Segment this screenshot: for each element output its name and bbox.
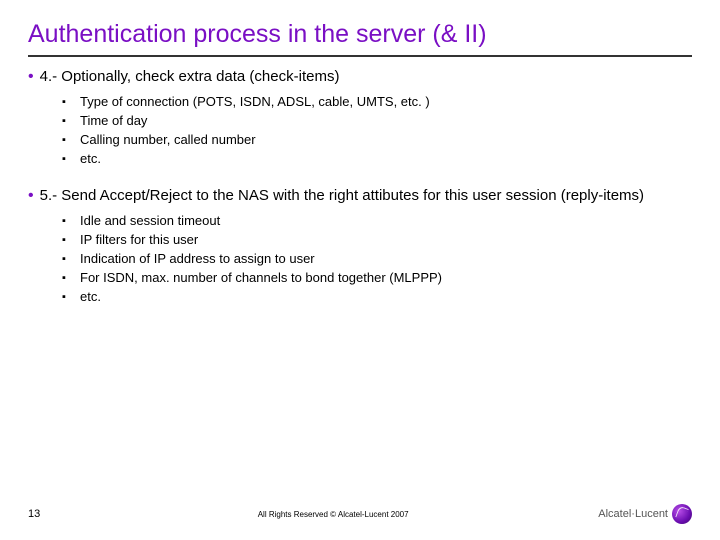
- list-item: IP filters for this user: [62, 231, 692, 249]
- slide-footer: 13 All Rights Reserved © Alcatel-Lucent …: [0, 500, 720, 528]
- section-1-head-text: 4.- Optionally, check extra data (check-…: [40, 67, 340, 87]
- section-1-list: Type of connection (POTS, ISDN, ADSL, ca…: [28, 93, 692, 168]
- list-item: Idle and session timeout: [62, 212, 692, 230]
- list-item: For ISDN, max. number of channels to bon…: [62, 269, 692, 287]
- section-1-head: • 4.- Optionally, check extra data (chec…: [28, 67, 692, 87]
- bullet-dot-icon: •: [28, 186, 34, 206]
- brand-mark-icon: [672, 504, 692, 524]
- brand-text: Alcatel·Lucent: [598, 508, 668, 520]
- copyright-text: All Rights Reserved © Alcatel-Lucent 200…: [68, 510, 598, 519]
- list-item: etc.: [62, 288, 692, 306]
- brand-logo: Alcatel·Lucent: [598, 504, 692, 524]
- section-1: • 4.- Optionally, check extra data (chec…: [28, 67, 692, 168]
- page-number: 13: [28, 508, 68, 520]
- section-2-list: Idle and session timeout IP filters for …: [28, 212, 692, 306]
- bullet-dot-icon: •: [28, 67, 34, 87]
- section-2: • 5.- Send Accept/Reject to the NAS with…: [28, 186, 692, 306]
- list-item: Time of day: [62, 112, 692, 130]
- section-2-head: • 5.- Send Accept/Reject to the NAS with…: [28, 186, 692, 206]
- list-item: Indication of IP address to assign to us…: [62, 250, 692, 268]
- list-item: Type of connection (POTS, ISDN, ADSL, ca…: [62, 93, 692, 111]
- list-item: Calling number, called number: [62, 131, 692, 149]
- list-item: etc.: [62, 150, 692, 168]
- slide-title: Authentication process in the server (& …: [28, 20, 692, 57]
- section-2-head-text: 5.- Send Accept/Reject to the NAS with t…: [40, 186, 644, 206]
